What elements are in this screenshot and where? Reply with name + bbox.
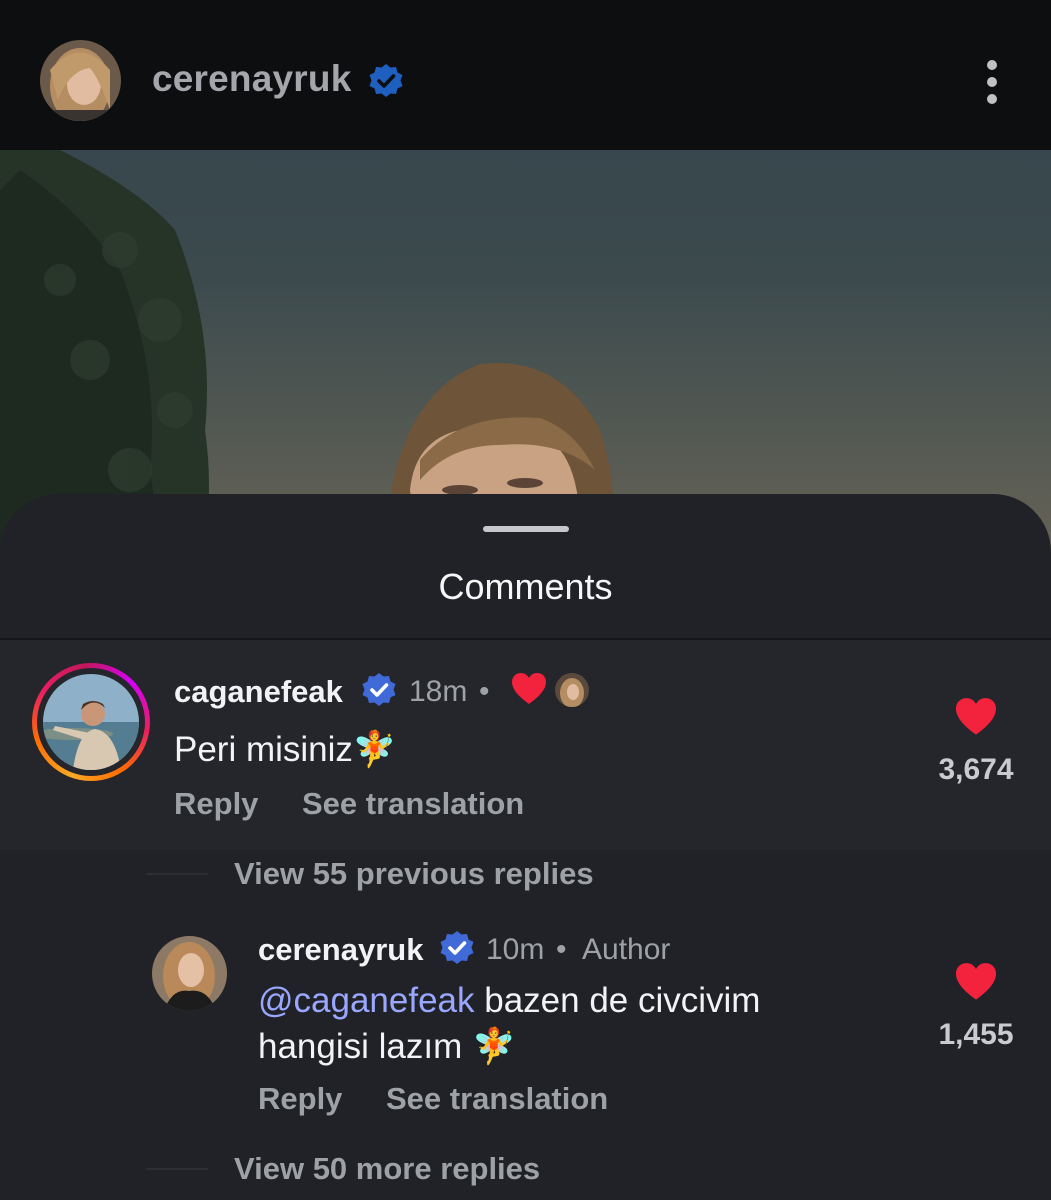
comment-text: Peri misiniz bbox=[174, 730, 353, 769]
comment-time: 18m bbox=[409, 675, 468, 708]
see-translation-button[interactable]: See translation bbox=[386, 1081, 608, 1117]
author-label: Author bbox=[582, 933, 671, 966]
heart-icon bbox=[512, 673, 546, 704]
like-heart-icon[interactable] bbox=[954, 962, 998, 1002]
reply-username[interactable]: cerenayruk bbox=[258, 932, 423, 968]
fairy-emoji: 🧚 bbox=[352, 730, 397, 769]
sheet-title: Comments bbox=[438, 566, 613, 607]
like-heart-icon[interactable] bbox=[954, 697, 998, 737]
view-more-replies-button[interactable]: View 50 more replies bbox=[234, 1151, 540, 1187]
dot-icon bbox=[987, 77, 997, 87]
fairy-emoji: 🧚 bbox=[471, 1027, 516, 1066]
reply-time: 10m bbox=[486, 933, 545, 966]
verified-badge-icon bbox=[440, 931, 474, 964]
reply-avatar[interactable] bbox=[152, 936, 227, 1011]
like-count: 1,455 bbox=[938, 1018, 1014, 1051]
comment-body: Peri misiniz🧚 bbox=[174, 727, 397, 773]
liked-by-author-avatar bbox=[555, 673, 589, 707]
verified-badge-icon bbox=[362, 673, 396, 706]
dot-icon bbox=[987, 60, 997, 70]
thread-line bbox=[146, 1168, 208, 1170]
mention-link[interactable]: @caganefeak bbox=[258, 981, 475, 1020]
meta-separator: • bbox=[556, 933, 567, 966]
reply-button[interactable]: Reply bbox=[174, 786, 258, 822]
post-header: cerenayruk bbox=[0, 0, 1051, 150]
comment-username[interactable]: caganefeak bbox=[174, 674, 343, 710]
reply-body: @caganefeak bazen de civcivim hangisi la… bbox=[258, 978, 760, 1070]
reply-text-line2: hangisi lazım bbox=[258, 1027, 472, 1066]
like-count: 3,674 bbox=[938, 753, 1014, 786]
dot-icon bbox=[987, 94, 997, 104]
reply-button[interactable]: Reply bbox=[258, 1081, 342, 1117]
reply-text-line1: bazen de civcivim bbox=[474, 981, 761, 1020]
view-previous-replies-button[interactable]: View 55 previous replies bbox=[234, 856, 594, 892]
meta-separator: • bbox=[479, 675, 490, 708]
author-avatar[interactable] bbox=[40, 40, 121, 121]
more-options-button[interactable] bbox=[970, 58, 1014, 106]
author-username[interactable]: cerenayruk bbox=[152, 58, 351, 100]
drag-handle[interactable] bbox=[483, 526, 569, 532]
story-ring[interactable] bbox=[32, 663, 150, 781]
comments-sheet: Comments caganefeak 18m • Peri misiniz🧚 … bbox=[0, 494, 1051, 1200]
verified-badge-icon bbox=[369, 64, 403, 97]
thread-line bbox=[146, 873, 208, 875]
see-translation-button[interactable]: See translation bbox=[302, 786, 524, 822]
commenter-avatar[interactable] bbox=[43, 674, 139, 770]
